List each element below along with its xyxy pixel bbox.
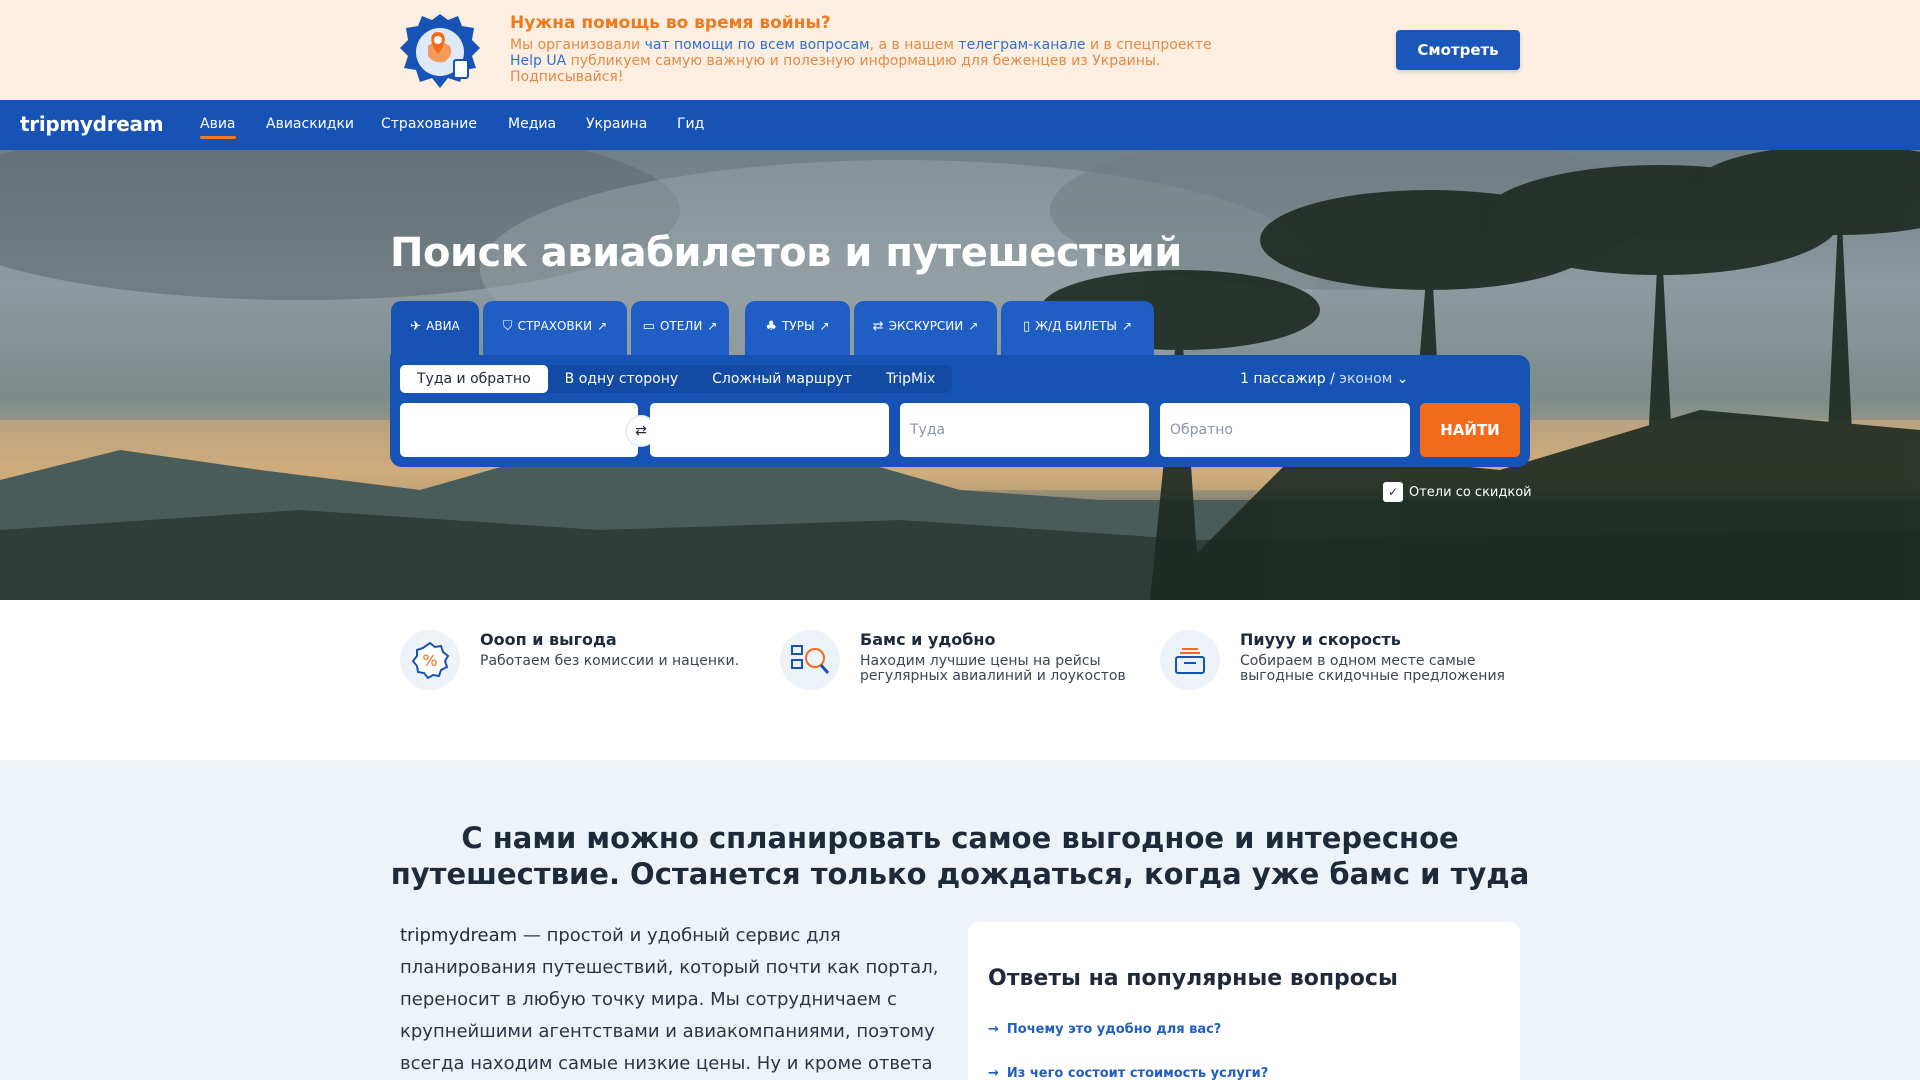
faq-question[interactable]: → Почему это удобно для вас? xyxy=(988,1022,1221,1037)
trip-type-roundtrip[interactable]: Туда и обратно xyxy=(400,365,548,393)
depart-date-field[interactable]: Туда xyxy=(900,403,1149,457)
view-button[interactable]: Смотреть xyxy=(1396,30,1520,70)
about-title-line: С нами можно спланировать самое выгодное… xyxy=(461,821,1459,855)
bed-icon: ▭ xyxy=(642,319,655,334)
trip-type-switcher: Туда и обратно В одну сторону Сложный ма… xyxy=(400,365,953,393)
telegram-link[interactable]: телеграм-канале xyxy=(958,37,1085,53)
banner-text: Мы организовали чат помощи по всем вопро… xyxy=(510,37,1230,85)
search-panel: Туда и обратно В одну сторону Сложный ма… xyxy=(390,355,1530,467)
chat-link[interactable]: чат помощи по всем вопросам xyxy=(645,37,870,53)
search-button[interactable]: НАЙТИ xyxy=(1420,403,1520,457)
hero-section: Поиск авиабилетов и путешествий ✈ Авиа ⛉ С… xyxy=(0,150,1920,600)
faq-card: Ответы на популярные вопросы → Почему это… xyxy=(968,922,1520,1080)
checkmark-icon: ✓ xyxy=(1383,482,1403,502)
external-arrow-icon: ↗ xyxy=(819,319,830,333)
nav-item-guide[interactable]: Гид xyxy=(677,116,704,132)
feature-title: Пиууу и скорость xyxy=(1240,630,1401,649)
feature-desc: Находим лучшие цены на рейсы регулярных … xyxy=(860,653,1126,684)
nav-item-avia[interactable]: Авиа xyxy=(200,116,236,139)
trip-type-tripmix[interactable]: TripMix xyxy=(869,365,952,393)
cabin-class: эконом xyxy=(1339,371,1393,387)
feature-title: Бамс и удобно xyxy=(860,630,996,649)
tab-label: Страховки xyxy=(517,319,593,333)
faq-title: Ответы на популярные вопросы xyxy=(988,966,1398,991)
faq-question-text: Из чего состоит стоимость услуги? xyxy=(1006,1066,1269,1080)
search-money-icon xyxy=(780,630,840,690)
tab-label: Отели xyxy=(659,319,703,333)
tab-avia[interactable]: ✈ Авиа xyxy=(391,301,479,357)
destination-field[interactable] xyxy=(650,403,889,457)
about-body: — простой и удобный сервис для планирова… xyxy=(400,925,939,1074)
about-text: tripmydream — простой и удобный сервис д… xyxy=(400,920,940,1080)
help-banner: Нужна помощь во время войны? Мы организо… xyxy=(0,0,1920,100)
helpua-link[interactable]: Help UA xyxy=(510,53,566,69)
train-icon: ▯ xyxy=(1022,319,1031,334)
hotels-checkbox-label: Отели со скидкой xyxy=(1409,484,1532,500)
passengers-count: 1 пассажир xyxy=(1240,371,1326,387)
chevron-down-icon: ⌄ xyxy=(1396,371,1409,387)
palm-icon: ♣ xyxy=(765,319,778,334)
trip-type-oneway[interactable]: В одну сторону xyxy=(548,365,696,393)
external-arrow-icon: ↗ xyxy=(597,319,608,333)
tab-excursions[interactable]: ⇄ Экскурсии ↗ xyxy=(854,301,997,357)
faq-question-text: Почему это удобно для вас? xyxy=(1006,1022,1222,1037)
nav-item-ukraine[interactable]: Украина xyxy=(586,116,647,132)
trip-type-multicity[interactable]: Сложный маршрут xyxy=(695,365,869,393)
external-arrow-icon: ↗ xyxy=(968,319,979,333)
arrow-right-icon: → xyxy=(988,1066,999,1080)
svg-text:%: % xyxy=(422,651,437,670)
percent-icon: % xyxy=(400,630,460,690)
banner-title: Нужна помощь во время войны? xyxy=(510,13,831,33)
tab-label: Туры xyxy=(782,319,815,333)
external-arrow-icon: ↗ xyxy=(1121,319,1133,333)
feature-desc: Собираем в одном месте самые выгодные ск… xyxy=(1240,653,1505,684)
hero-title: Поиск авиабилетов и путешествий xyxy=(390,230,1182,276)
origin-field[interactable] xyxy=(400,403,638,457)
about-title: С нами можно спланировать самое выгодное… xyxy=(0,820,1920,892)
passengers-class-selector[interactable]: 1 пассажир / эконом ⌄ xyxy=(1240,371,1408,387)
tab-insurance[interactable]: ⛉ Страховки ↗ xyxy=(483,301,627,357)
tab-label: Авиа xyxy=(426,319,460,333)
feature-desc: Работаем без комиссии и наценки. xyxy=(480,653,740,669)
tab-label: Экскурсии xyxy=(888,319,964,333)
about-title-line: путешествие. Останется только дождаться,… xyxy=(390,857,1530,891)
banner-text-part: Мы организовали xyxy=(510,37,645,53)
plane-icon: ✈ xyxy=(410,319,422,334)
main-nav: tripmydream Авиа Авиаскидки Страхование … xyxy=(0,100,1920,150)
feature-title: Оооп и выгода xyxy=(480,630,617,649)
banner-text-part: , а в нашем xyxy=(869,37,959,53)
box-icon xyxy=(1160,630,1220,690)
nav-item-insurance[interactable]: Страхование xyxy=(381,116,477,132)
tab-label: Ж/Д билеты xyxy=(1035,319,1117,333)
nav-item-aviaskidki[interactable]: Авиаскидки xyxy=(266,116,354,132)
arrow-right-icon: → xyxy=(988,1022,999,1037)
banner-text-part: и в спецпроекте xyxy=(1085,37,1212,53)
banner-text-part: публикуем самую важную и полезную информ… xyxy=(510,53,1161,85)
logo[interactable]: tripmydream xyxy=(20,112,164,136)
tab-hotels[interactable]: ▭ Отели ↗ xyxy=(631,301,729,357)
tab-tours[interactable]: ♣ Туры ↗ xyxy=(745,301,850,357)
signpost-icon: ⇄ xyxy=(872,319,884,334)
faq-question[interactable]: → Из чего состоит стоимость услуги? xyxy=(988,1066,1268,1080)
about-section: С нами можно спланировать самое выгодное… xyxy=(0,760,1920,1080)
tab-trains[interactable]: ▯ Ж/Д билеты ↗ xyxy=(1001,301,1154,357)
globe-pin-illustration-icon xyxy=(400,14,480,88)
shield-icon: ⛉ xyxy=(502,319,513,334)
about-brand: tripmydream xyxy=(400,925,518,946)
passengers-separator: / xyxy=(1325,371,1340,387)
return-date-field[interactable]: Обратно xyxy=(1160,403,1410,457)
nav-item-media[interactable]: Медиа xyxy=(508,116,556,132)
hotels-discount-checkbox[interactable]: ✓ Отели со скидкой xyxy=(1383,482,1532,502)
external-arrow-icon: ↗ xyxy=(707,319,718,333)
